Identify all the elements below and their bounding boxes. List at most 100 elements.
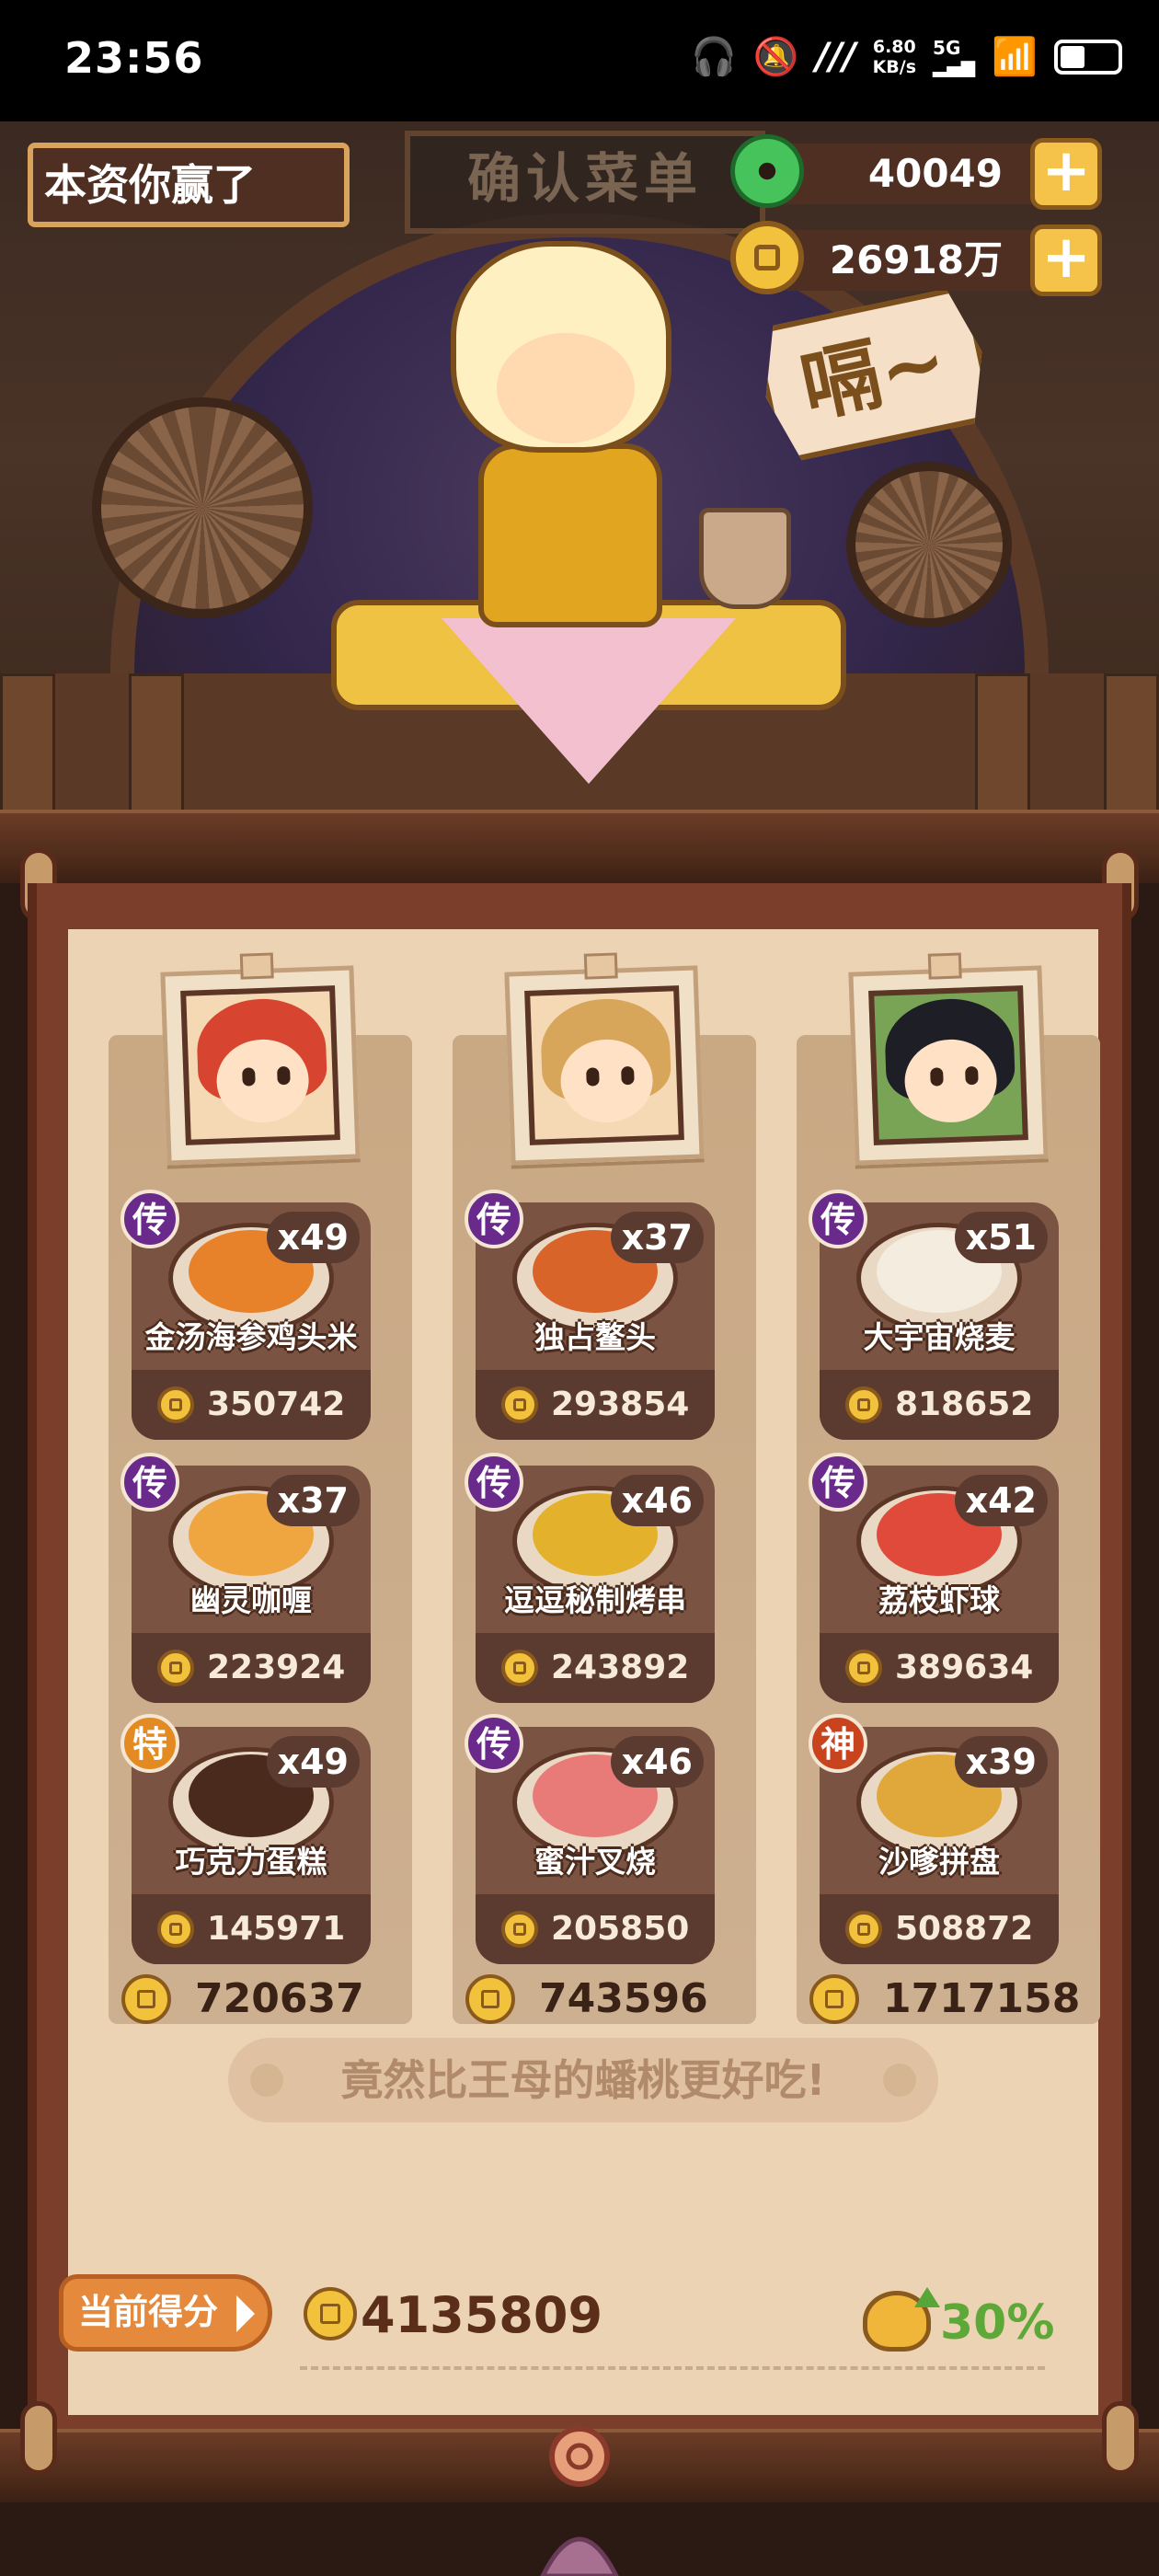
title-badge: 本资你赢了 [28, 143, 350, 227]
dish-price-bar: 205850 [476, 1894, 715, 1964]
arrow-up-icon [914, 2287, 940, 2307]
chef-column-1: 传 x49 金汤海参鸡头米 350742 传 x37 幽灵咖喱 223924 特… [109, 952, 412, 2024]
dish-card[interactable]: 传 x51 大宇宙烧麦 818652 [809, 1190, 1059, 1440]
dish-name: 沙嗲拼盘 [878, 1844, 1000, 1880]
dish-price-bar: 243892 [476, 1633, 715, 1703]
grade-badge: 传 [465, 1714, 523, 1773]
cell-signal-icon: 5G ▂▄▆ [933, 36, 976, 77]
coin-icon [304, 2287, 357, 2340]
grade-badge: 传 [809, 1453, 867, 1512]
total-value: 1717158 [883, 1975, 1081, 2022]
jade-amount: 40049 [867, 151, 1003, 196]
dish-price: 389634 [895, 1649, 1034, 1686]
dish-card[interactable]: 传 x37 幽灵咖喱 223924 [120, 1453, 371, 1703]
dish-price: 243892 [551, 1649, 690, 1686]
grade-badge: 传 [120, 1453, 179, 1512]
dish-quantity: x46 [610, 1736, 704, 1788]
cell-signal-label: 5G [933, 36, 961, 59]
dish-price: 223924 [207, 1649, 346, 1686]
bonus-percent: 30% [940, 2295, 1055, 2351]
total-value: 720637 [195, 1975, 364, 2022]
menu-signboard: 确认菜单 [405, 131, 765, 234]
dish-price: 508872 [895, 1910, 1034, 1948]
dish-quantity: x49 [266, 1212, 360, 1263]
dish-quantity: x49 [266, 1736, 360, 1788]
dish-card[interactable]: 传 x49 金汤海参鸡头米 350742 [120, 1190, 371, 1440]
dish-quantity: x37 [266, 1475, 360, 1526]
dish-quantity: x37 [610, 1212, 704, 1263]
coin-amount: 26918万 [829, 237, 1003, 282]
dish-card[interactable]: 特 x49 巧克力蛋糕 145971 [120, 1714, 371, 1964]
grade-badge: 传 [465, 1453, 523, 1512]
total-value: 743596 [539, 1975, 708, 2022]
coin-icon [501, 1911, 538, 1948]
dish-price-bar: 350742 [132, 1370, 371, 1440]
dish-name: 蜜汁叉烧 [534, 1844, 656, 1880]
coin-icon [157, 1650, 194, 1686]
status-time: 23:56 [64, 33, 204, 83]
network-speed-value: 6.80 [872, 36, 916, 57]
chef-portrait-black-hair [848, 952, 1049, 1166]
dish-quantity: x51 [954, 1212, 1048, 1263]
comment-text: 竟然比王母的蟠桃更好吃! [340, 2055, 826, 2105]
status-icons: 🎧 🔕 /// 6.80 KB/s 5G ▂▄▆ 📶 [691, 35, 1122, 78]
chef-portrait-red-hair [160, 952, 361, 1166]
status-bar: 23:56 🎧 🔕 /// 6.80 KB/s 5G ▂▄▆ 📶 [0, 0, 1159, 121]
dish-name: 幽灵咖喱 [190, 1582, 312, 1618]
battery-icon [1054, 39, 1122, 75]
grade-badge: 传 [809, 1190, 867, 1248]
dish-price-bar: 145971 [132, 1894, 371, 1964]
dish-price-bar: 389634 [820, 1633, 1059, 1703]
wifi-icon: 📶 [992, 36, 1038, 78]
grade-badge: 特 [120, 1714, 179, 1773]
dish-card[interactable]: 传 x42 荔枝虾球 389634 [809, 1453, 1059, 1703]
dish-quantity: x39 [954, 1736, 1048, 1788]
dish-card[interactable]: 传 x46 逗逗秘制烤串 243892 [465, 1453, 715, 1703]
add-coin-button[interactable]: + [1030, 224, 1102, 296]
dish-price-bar: 293854 [476, 1370, 715, 1440]
dish-card[interactable]: 神 x39 沙嗲拼盘 508872 [809, 1714, 1059, 1964]
coin-icon [809, 1974, 859, 2024]
dish-card[interactable]: 传 x37 独占鳌头 293854 [465, 1190, 715, 1440]
score-value: 4135809 [361, 2286, 603, 2344]
chef-column-3: 传 x51 大宇宙烧麦 818652 传 x42 荔枝虾球 389634 神 x… [797, 952, 1100, 2024]
current-score-label: 当前得分 [59, 2274, 272, 2352]
coin-icon [730, 221, 804, 294]
headphones-icon: 🎧 [691, 36, 737, 78]
customer-comment: 竟然比王母的蟠桃更好吃! [228, 2038, 938, 2122]
chef-column-2: 传 x37 独占鳌头 293854 传 x46 逗逗秘制烤串 243892 传 … [453, 952, 756, 2024]
scroll-top-rod [0, 810, 1159, 883]
coin-icon [121, 1974, 171, 2024]
network-speed: 6.80 KB/s [873, 37, 916, 77]
dish-name: 独占鳌头 [534, 1319, 656, 1355]
chef-portrait-blond-hair [504, 952, 705, 1166]
grade-badge: 传 [120, 1190, 179, 1248]
dish-price: 350742 [207, 1386, 346, 1423]
coin-icon [501, 1650, 538, 1686]
dish-price-bar: 223924 [132, 1633, 371, 1703]
play-arrow-icon [236, 2295, 255, 2332]
score-divider [300, 2366, 1045, 2370]
add-jade-button[interactable]: + [1030, 138, 1102, 210]
dish-price-bar: 818652 [820, 1370, 1059, 1440]
coin-icon [157, 1386, 194, 1423]
dish-name: 巧克力蛋糕 [175, 1844, 327, 1880]
grade-badge: 传 [465, 1190, 523, 1248]
dish-name: 金汤海参鸡头米 [144, 1319, 358, 1355]
coin-icon [845, 1650, 882, 1686]
dish-price-bar: 508872 [820, 1894, 1059, 1964]
dish-quantity: x42 [954, 1475, 1048, 1526]
coin-icon [465, 1974, 515, 2024]
stacked-bowls [699, 508, 791, 609]
dish-card[interactable]: 传 x46 蜜汁叉烧 205850 [465, 1714, 715, 1964]
fan-left-decoration [92, 397, 313, 618]
dish-price: 293854 [551, 1386, 690, 1423]
coin-icon [501, 1386, 538, 1423]
jade-icon [730, 134, 804, 208]
knot-tassel-decoration [540, 2426, 619, 2576]
dish-quantity: x46 [610, 1475, 704, 1526]
grade-badge: 神 [809, 1714, 867, 1773]
nfc-icon: /// [815, 35, 856, 78]
jade-currency: 40049 + [730, 134, 1102, 210]
dish-name: 大宇宙烧麦 [863, 1319, 1016, 1355]
